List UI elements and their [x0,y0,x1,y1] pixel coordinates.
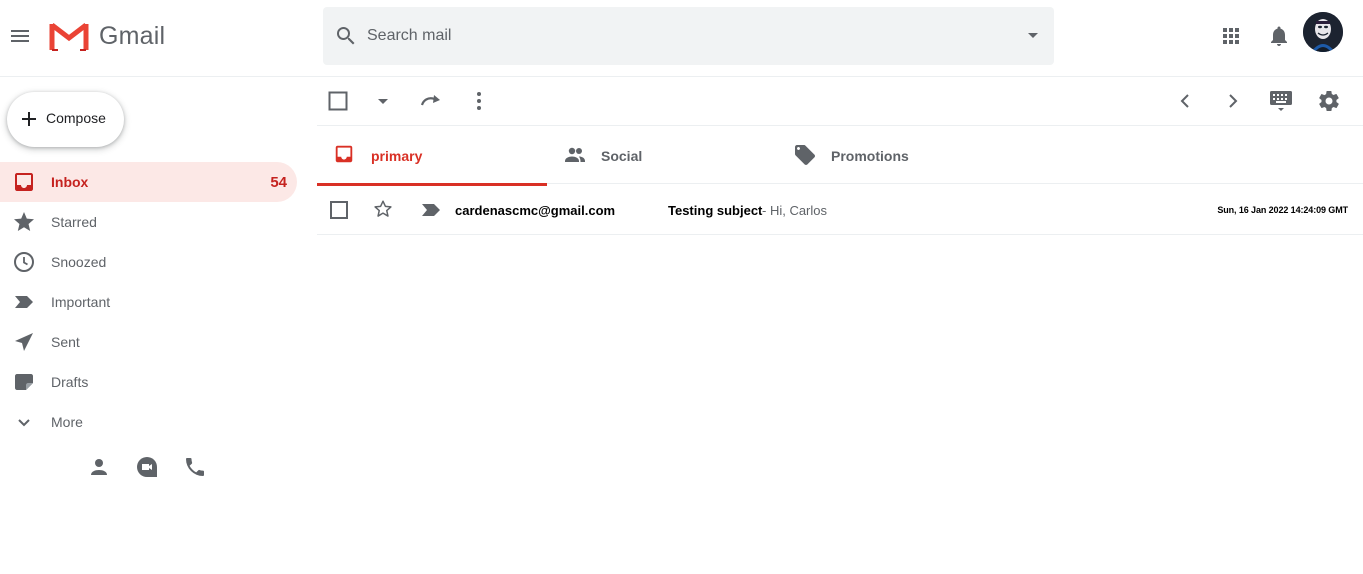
refresh-icon[interactable] [419,89,443,113]
gmail-m-icon [49,23,89,51]
email-snippet: - Hi, Carlos [762,203,828,218]
search-options-dropdown-icon[interactable] [1021,30,1045,42]
bell-icon[interactable] [1267,24,1291,48]
tab-promotions[interactable]: Promotions [777,126,1007,184]
email-date: Sun, 16 Jan 2022 14:24:09 GMT [1217,205,1348,215]
phone-icon[interactable] [183,455,207,479]
important-icon [12,290,36,314]
star-icon[interactable] [372,198,394,220]
chevron-left-icon[interactable] [1173,89,1197,113]
search-icon[interactable] [334,24,358,48]
draft-icon [12,370,36,394]
meet-icon[interactable] [135,455,159,479]
select-dropdown-icon[interactable] [371,89,395,113]
email-row[interactable]: cardenascmc@gmail.com Testing subject - … [317,185,1363,235]
sidebar-item-sent[interactable]: Sent [0,322,297,362]
search-bar[interactable] [323,7,1054,65]
person-icon[interactable] [87,455,111,479]
inbox-icon [12,170,36,194]
sidebar-item-label: Starred [51,214,97,230]
important-marker-icon[interactable] [419,198,443,222]
sidebar-item-starred[interactable]: Starred [0,202,297,242]
people-icon [563,143,587,167]
send-icon [12,330,36,354]
sidebar-item-label: Drafts [51,374,89,390]
search-input[interactable] [367,20,987,52]
apps-icon[interactable] [1219,24,1243,48]
plus-icon [21,111,37,127]
avatar[interactable] [1303,12,1343,52]
unread-count: 54 [270,174,287,191]
sidebar-item-more[interactable]: More [0,402,297,442]
sidebar-item-inbox[interactable]: Inbox 54 [0,162,297,202]
tab-label: primary [371,148,423,164]
star-icon [12,210,36,234]
sidebar-item-snoozed[interactable]: Snoozed [0,242,297,282]
menu-icon[interactable] [8,24,32,48]
tab-primary[interactable]: primary [317,126,547,186]
compose-button[interactable]: Compose [7,92,124,147]
more-vert-icon[interactable] [467,89,491,113]
tab-label: Social [601,148,643,164]
select-all-checkbox[interactable] [328,91,348,111]
top-header: Gmail [0,0,1363,77]
sidebar-item-label: Snoozed [51,254,107,270]
keyboard-icon[interactable] [1269,89,1293,115]
inbox-icon [333,143,355,165]
sidebar-item-drafts[interactable]: Drafts [0,362,297,402]
chevron-right-icon[interactable] [1221,89,1245,113]
sidebar-item-label: Sent [51,334,80,350]
clock-icon [12,250,36,274]
settings-icon[interactable] [1317,89,1341,113]
tag-icon [793,143,817,167]
category-tabs: primary Social Promotions [317,125,1363,186]
sidebar-item-important[interactable]: Important [0,282,297,322]
chevron-down-icon [12,410,36,434]
email-subject: Testing subject [668,203,763,218]
email-sender: cardenascmc@gmail.com [455,203,616,218]
gmail-logo[interactable]: Gmail [49,21,165,51]
sidebar-item-label: More [51,414,83,430]
tab-social[interactable]: Social [547,126,777,184]
app-name: Gmail [99,21,166,50]
sidebar-item-label: Inbox [51,174,89,190]
tab-label: Promotions [831,148,909,164]
email-checkbox[interactable] [330,201,348,219]
sidebar-item-label: Important [51,294,111,310]
compose-label: Compose [46,110,106,126]
